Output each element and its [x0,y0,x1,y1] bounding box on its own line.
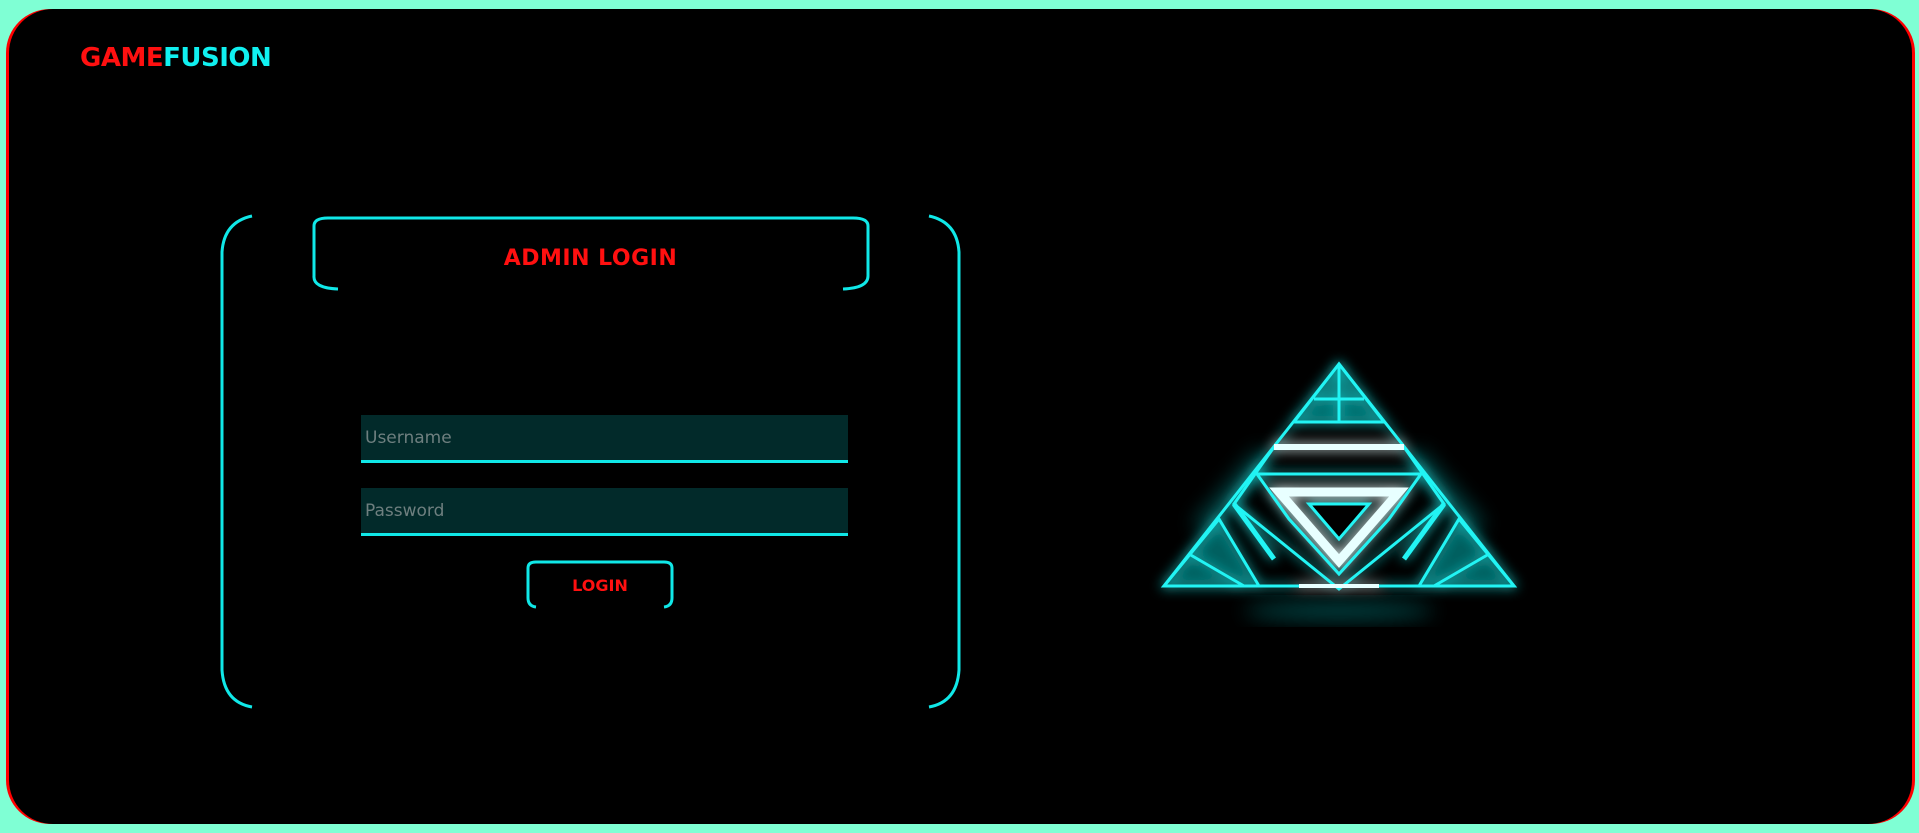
brand-part-game: GAME [80,43,164,73]
login-title: ADMIN LOGIN [503,245,678,271]
app-frame: GAMEFUSION ADMIN LOGIN LOGIN [9,9,1912,824]
login-button-label: LOGIN [572,575,628,595]
brand-part-fusion: FUSION [163,43,272,73]
login-button[interactable]: LOGIN [526,560,674,610]
password-input[interactable] [361,488,848,536]
username-input[interactable] [361,415,848,463]
login-title-tab: ADMIN LOGIN [308,222,873,294]
login-panel: ADMIN LOGIN LOGIN [218,214,963,709]
brand-logo[interactable]: GAMEFUSION [80,43,272,73]
neon-triangle-emblem-icon [1160,361,1518,619]
